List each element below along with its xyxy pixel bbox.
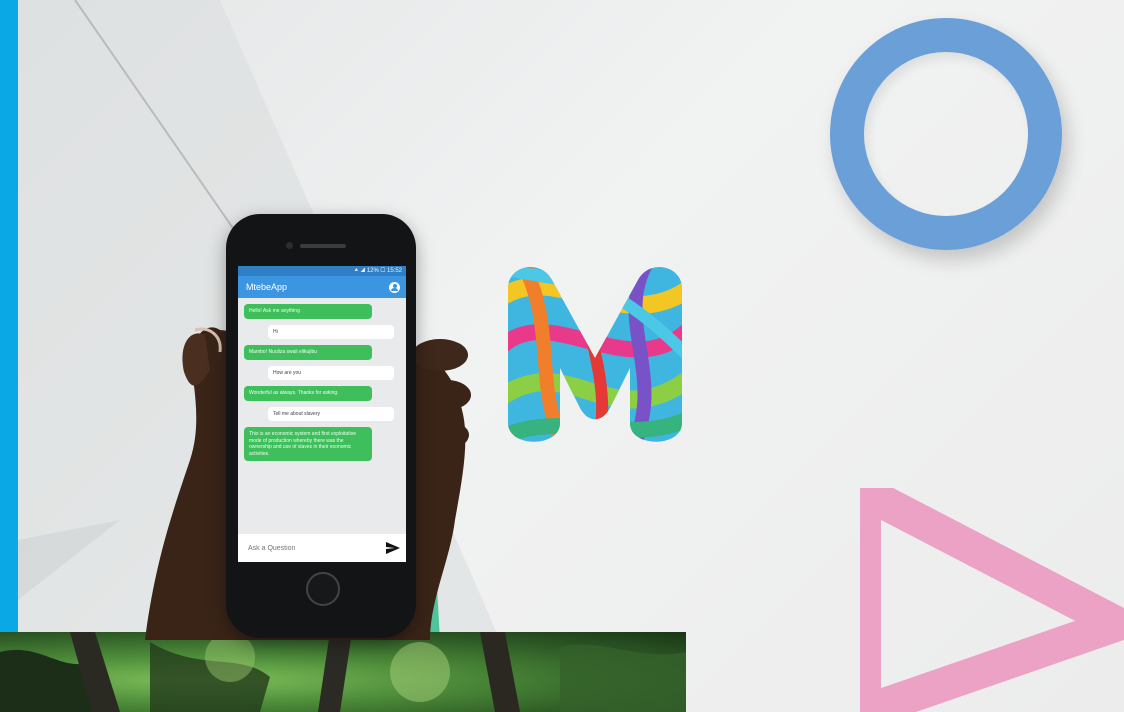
send-icon[interactable] [386,542,400,554]
user-message: Tell me about slavery [268,406,394,421]
message-composer [238,534,406,562]
user-message: How are you [268,365,394,380]
bot-message: Wonderful as always. Thanks for asking. [244,386,372,401]
question-input[interactable] [246,543,370,553]
home-button[interactable] [306,572,340,606]
bot-message: This is an economic system and first exp… [244,427,372,461]
app-title: MtebeApp [246,282,288,292]
earpiece [300,244,346,248]
blue-ring-shape [830,18,1062,250]
pink-triangle-shape [860,488,1124,712]
user-message: Hi [268,324,394,339]
bot-message: Mambo! Nuuliza swali elikujibu [244,345,372,360]
app-bar: MtebeApp [238,276,406,298]
chat-thread: Hello! Ask me anything Hi Mambo! Nuuliza… [238,298,406,461]
app-screen: ⯅ ◢ 12% ▢ 15:52 MtebeApp Hello! Ask me a… [238,266,406,562]
m-logo [508,266,682,442]
smartphone: ⯅ ◢ 12% ▢ 15:52 MtebeApp Hello! Ask me a… [226,214,416,638]
trees-photo [0,632,686,712]
bot-message: Hello! Ask me anything [244,304,372,319]
front-camera [286,242,293,249]
status-bar: ⯅ ◢ 12% ▢ 15:52 [238,266,406,276]
account-circle-icon[interactable] [389,281,400,293]
